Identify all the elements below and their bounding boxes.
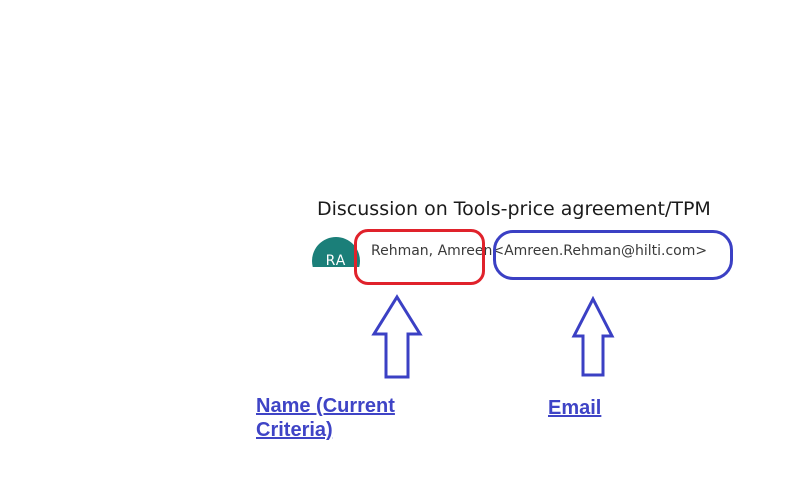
avatar-initials: RA (312, 237, 360, 267)
email-highlight-outline (493, 230, 733, 280)
up-arrow-email-icon (571, 296, 615, 377)
up-arrow-name-icon (371, 294, 423, 379)
email-annotation-label: Email (548, 397, 602, 419)
name-annotation-label: Name (Current Criteria) (256, 395, 395, 441)
sender-avatar[interactable]: RA (312, 237, 360, 267)
email-subject: Discussion on Tools-price agreement/TPM (317, 198, 711, 220)
name-highlight-outline (354, 229, 485, 285)
